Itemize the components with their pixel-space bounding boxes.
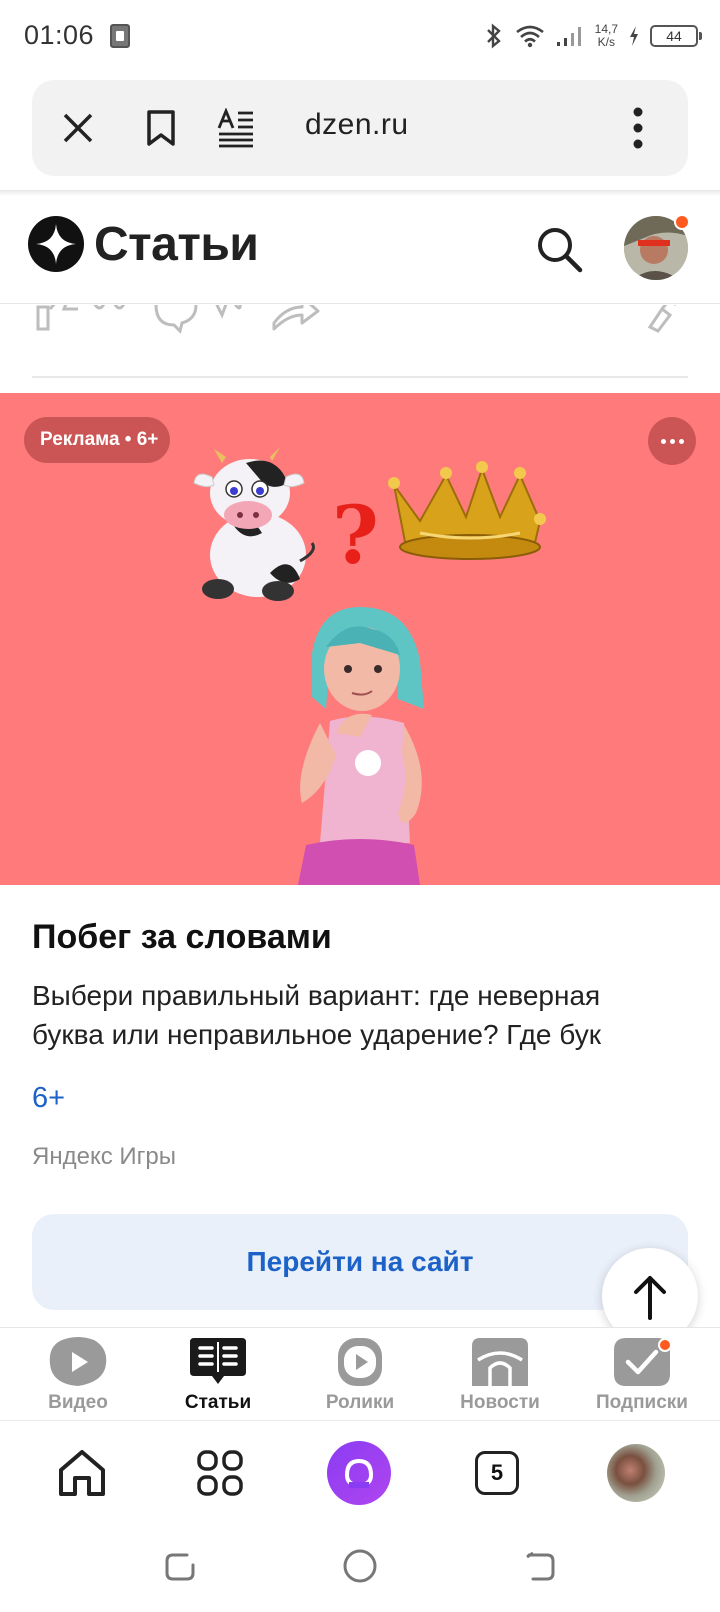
articles-icon [188,1336,248,1388]
nav-item-shorts[interactable]: Ролики [290,1336,430,1420]
cow-illustration [193,447,315,601]
browser-bottom-nav: 5 [0,1420,720,1520]
alice-icon [327,1441,391,1505]
nav-label-video: Видео [48,1392,108,1413]
home-icon [59,1450,105,1496]
ad-title[interactable]: Побег за словами [32,918,332,957]
nav-item-video[interactable]: Видео [8,1336,148,1420]
dzen-header: Статьи [0,196,720,304]
battery-indicator: 44 [650,25,702,47]
more-vertical-icon [633,107,643,149]
nav-item-articles[interactable]: Статьи [148,1336,288,1420]
home-system-button[interactable] [340,1546,380,1586]
ad-badge: Реклама • 6+ [24,417,171,463]
nav-label-subscriptions: Подписки [596,1392,688,1413]
ad-description[interactable]: Выбери правильный вариант: где неверная … [32,976,692,1054]
status-bar: 01:06 14,7 K/s 44 [0,0,720,72]
tabs-button[interactable]: 5 [465,1441,529,1505]
nav-label-shorts: Ролики [325,1392,395,1413]
nav-item-subscriptions[interactable]: Подписки [572,1336,712,1420]
grid-icon [197,1450,243,1496]
search-button[interactable] [534,224,586,276]
bookmark-button[interactable] [137,104,185,152]
arrow-up-icon [634,1276,666,1320]
dot-icon [678,438,684,444]
signal-icon [556,27,581,46]
back-button[interactable] [520,1546,560,1586]
dzen-bottom-nav: Видео Статьи Ролики Новости Подписки [0,1327,720,1419]
nav-label-articles: Статьи [184,1392,252,1413]
dot-icon [660,438,666,444]
pin-icon[interactable] [640,305,680,335]
visit-site-button[interactable]: Перейти на сайт [32,1214,688,1310]
search-icon [538,228,583,273]
profile-button[interactable] [604,1441,668,1505]
dot-icon [669,438,675,444]
recents-button[interactable] [160,1546,200,1586]
nav-label-news: Новости [460,1392,540,1413]
url-text[interactable]: dzen.ru [305,108,409,142]
bluetooth-icon [486,23,501,49]
question-mark: ? [332,488,379,582]
subscriptions-notification-dot [658,1338,672,1352]
close-icon [63,113,93,143]
news-icon [470,1336,530,1388]
alice-button[interactable] [327,1441,391,1505]
system-nav [0,1520,720,1612]
bookmark-icon [147,110,175,146]
comment-icon[interactable] [152,305,252,335]
browser-menu-button[interactable] [614,104,662,152]
network-speed-unit: K/s [597,35,615,49]
tab-count: 5 [475,1451,519,1495]
home-circle-icon [343,1549,377,1583]
girl-illustration [298,607,424,885]
nav-item-news[interactable]: Новости [430,1336,570,1420]
home-button[interactable] [50,1441,114,1505]
crown-illustration [388,461,546,560]
notification-dot [674,214,690,230]
status-time: 01:06 [24,20,95,50]
wifi-icon [515,25,544,48]
back-icon [526,1551,555,1581]
ad-age-rating: 6+ [32,1082,66,1114]
profile-avatar [607,1444,665,1502]
recents-icon [165,1553,195,1581]
close-button[interactable] [54,104,102,152]
reader-mode-icon [217,108,253,148]
dzen-logo-icon [28,216,84,272]
ad-illustration: ? [193,447,546,885]
ad-source: Яндекс Игры [32,1143,176,1170]
video-icon [48,1336,108,1388]
services-button[interactable] [188,1441,252,1505]
notification-icon [110,24,130,48]
network-speed: 14,7 K/s [595,23,618,49]
previous-card-actions [0,305,720,345]
shorts-icon [330,1336,390,1388]
status-indicators: 14,7 K/s 44 [483,18,702,54]
charging-icon [630,26,638,46]
browser-address-bar: dzen.ru [32,80,688,176]
ad-image[interactable]: ? Реклама • 6+ [0,393,720,885]
page-title: Статьи [94,217,259,271]
ad-more-button[interactable] [648,417,696,465]
share-icon[interactable] [272,305,322,335]
dzen-logo[interactable]: Статьи [28,216,259,272]
reader-mode-button[interactable] [212,104,260,152]
card-divider [32,376,688,378]
